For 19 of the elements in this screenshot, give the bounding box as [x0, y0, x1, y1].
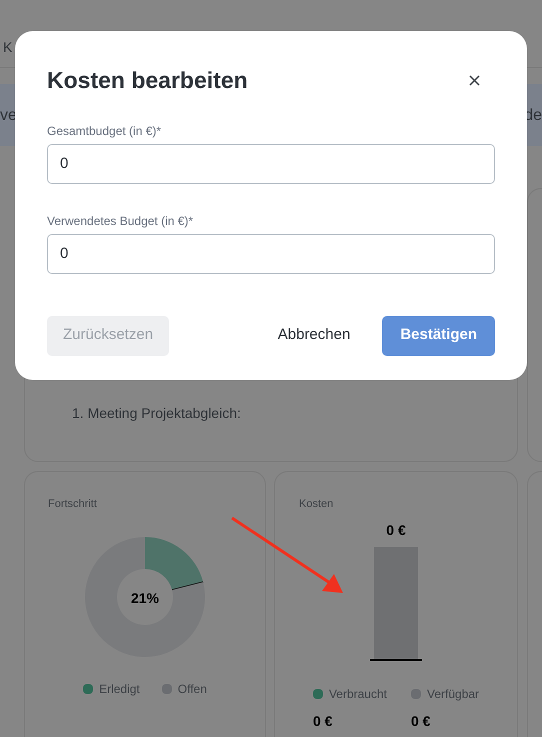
modal-title: Kosten bearbeiten: [47, 66, 248, 95]
input-field[interactable]: 0: [47, 234, 495, 274]
notes-item: 1. Meeting Projektabgleich:: [72, 404, 241, 423]
legend-label: Verbraucht: [328, 686, 387, 703]
input-field[interactable]: 0: [47, 144, 495, 184]
card-title: Fortschritt: [48, 497, 98, 510]
center-label: 21%: [130, 589, 160, 606]
card-title: Kosten: [299, 497, 334, 510]
legend-label: Verfügbar: [427, 686, 480, 703]
close-icon: [468, 74, 480, 86]
field-label: Gesamtbudget (in €)*: [47, 122, 162, 140]
bar-value-label: 0 €: [386, 521, 406, 540]
legend-label: Erledigt: [99, 681, 140, 698]
field-label: Verwendetes Budget (in €)*: [47, 212, 194, 230]
legend-value: 0 €: [312, 712, 334, 731]
legend-value: 0 €: [411, 712, 432, 731]
cancel-button[interactable]: Abbrechen: [262, 316, 366, 356]
legend-label: Offen: [178, 681, 207, 698]
slice-marker: [172, 581, 204, 591]
